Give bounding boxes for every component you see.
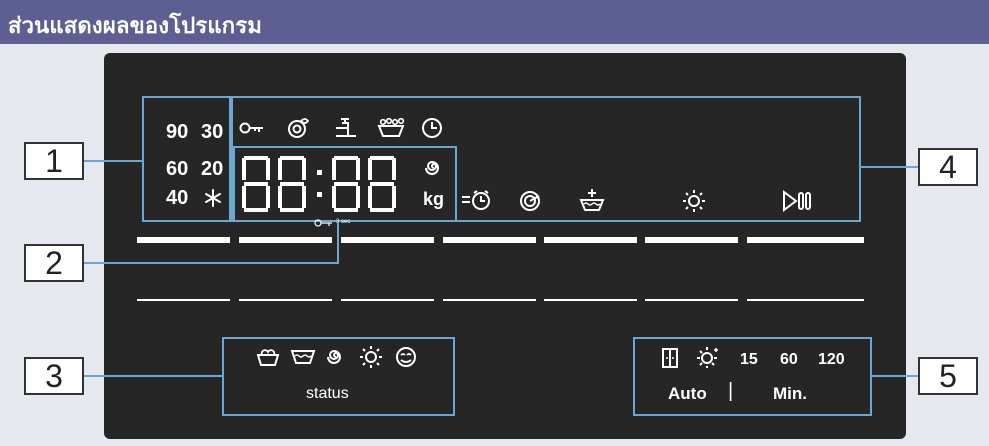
kg-label: kg xyxy=(423,189,445,209)
callout-5: 5 xyxy=(918,357,978,395)
time-dry-icon[interactable] xyxy=(697,346,721,368)
drying-sun-icon[interactable] xyxy=(683,190,705,212)
divider-line-5 xyxy=(544,299,637,301)
prewash-icon xyxy=(377,118,405,137)
end-status-icon xyxy=(396,347,416,367)
drum-clean-icon[interactable] xyxy=(518,190,542,212)
temp-60[interactable]: 60 xyxy=(166,158,188,181)
time-15[interactable]: 15 xyxy=(740,351,758,369)
start-pause-icon[interactable] xyxy=(782,190,812,212)
button-bar-3[interactable] xyxy=(341,237,434,243)
divider-line-1 xyxy=(137,299,230,301)
cupboard-dry-icon[interactable] xyxy=(662,348,678,368)
temp-30[interactable]: 30 xyxy=(201,121,223,144)
seven-segment-readout xyxy=(242,156,396,212)
button-bar-1[interactable] xyxy=(137,237,230,243)
button-bar-4[interactable] xyxy=(443,237,536,243)
button-bar-6[interactable] xyxy=(645,237,738,243)
temp-20[interactable]: 20 xyxy=(201,158,223,181)
connector-3 xyxy=(83,375,222,377)
button-bar-2[interactable] xyxy=(239,237,332,243)
divider-line-7 xyxy=(747,299,864,301)
button-bar-7[interactable] xyxy=(747,237,864,243)
divider-line-6 xyxy=(645,299,738,301)
callout-1: 1 xyxy=(24,142,84,180)
callout-3: 3 xyxy=(24,357,84,395)
time-120[interactable]: 120 xyxy=(818,351,845,369)
child-lock-indicator-icon xyxy=(314,219,332,227)
divider-line-2 xyxy=(239,299,332,301)
connector-2-horizontal xyxy=(83,262,339,264)
extra-rinse-icon[interactable] xyxy=(578,188,606,212)
tap-icon xyxy=(336,118,356,137)
dry-status-icon xyxy=(360,346,382,368)
section-title: ส่วนแสดงผลของโปรแกรม xyxy=(8,14,263,39)
time-60[interactable]: 60 xyxy=(780,351,798,369)
auto-min-separator: | xyxy=(728,380,734,402)
connector-2-vertical xyxy=(337,222,339,264)
finish-timer-icon[interactable] xyxy=(461,189,493,211)
temp-90[interactable]: 90 xyxy=(166,121,188,144)
snowflake-icon[interactable] xyxy=(203,188,223,208)
wash-status-icon xyxy=(256,349,280,366)
connector-5 xyxy=(872,375,918,377)
connector-4 xyxy=(861,166,918,168)
timer-icon xyxy=(422,118,442,138)
spin-spiral-icon xyxy=(425,160,439,175)
temp-40[interactable]: 40 xyxy=(166,187,188,210)
key-lock-icon xyxy=(239,122,263,134)
callout-4: 4 xyxy=(918,148,978,186)
stain-icon xyxy=(288,118,310,138)
status-label: status xyxy=(306,385,349,402)
divider-line-3 xyxy=(341,299,434,301)
section-header: ส่วนแสดงผลของโปรแกรม xyxy=(0,0,989,44)
connector-1 xyxy=(83,160,142,162)
callout-2: 2 xyxy=(24,244,84,282)
spin-status-icon xyxy=(327,349,341,364)
rinse-status-icon xyxy=(290,350,316,364)
min-label: Min. xyxy=(773,384,807,403)
divider-line-4 xyxy=(443,299,536,301)
button-bar-5[interactable] xyxy=(544,237,637,243)
auto-label[interactable]: Auto xyxy=(668,384,707,404)
